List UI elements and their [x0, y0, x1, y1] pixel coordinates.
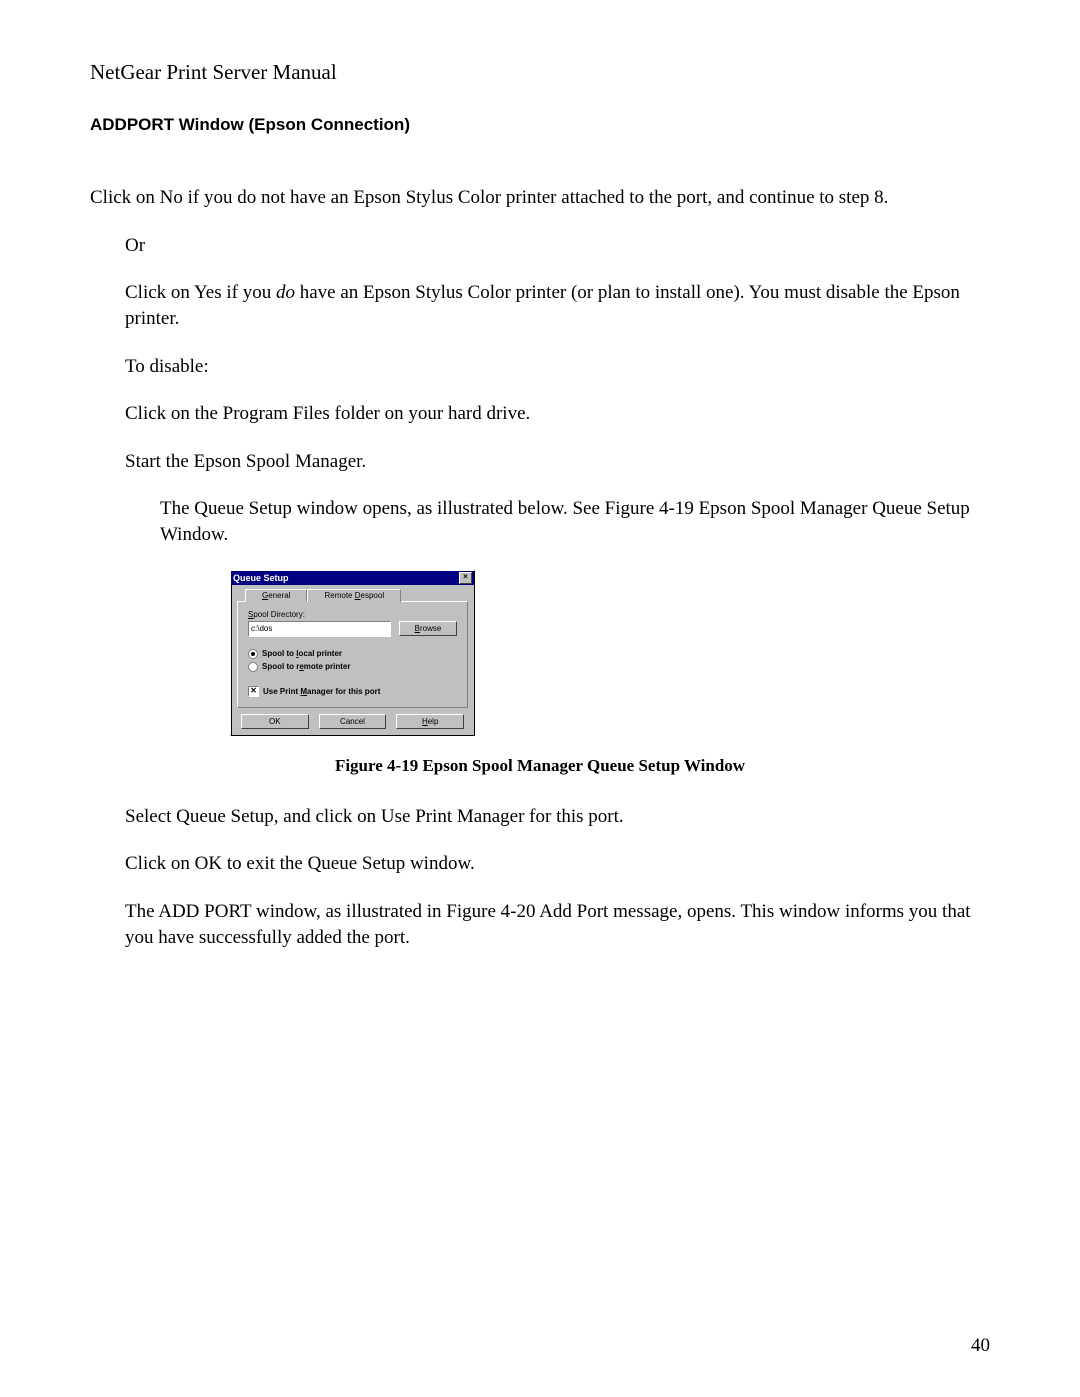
paragraph: The Queue Setup window opens, as illustr… — [160, 496, 990, 547]
figure-caption: Figure 4-19 Epson Spool Manager Queue Se… — [90, 756, 990, 776]
dialog-titlebar: Queue Setup × — [231, 571, 474, 585]
tab-panel-general: Spool Directory: c:\dos Browse Spool to … — [237, 601, 468, 708]
radio-spool-local[interactable]: Spool to local printer — [248, 649, 457, 659]
button-label: rowse — [420, 624, 441, 633]
checkbox-use-print-manager[interactable]: ✕ Use Print Manager for this port — [248, 686, 457, 697]
radio-spool-remote[interactable]: Spool to remote printer — [248, 662, 457, 672]
dialog-title: Queue Setup — [233, 573, 289, 583]
text-italic: do — [276, 282, 295, 303]
ok-button[interactable]: OK — [241, 714, 309, 729]
paragraph: The ADD PORT window, as illustrated in F… — [125, 899, 990, 950]
checkbox-icon: ✕ — [248, 686, 259, 697]
page-number: 40 — [971, 1335, 990, 1357]
paragraph: Click on OK to exit the Queue Setup wind… — [125, 851, 990, 877]
paragraph: Click on Yes if you do have an Epson Sty… — [125, 280, 990, 331]
dialog-button-row: OK Cancel Help — [237, 714, 468, 729]
paragraph: Or — [125, 233, 990, 259]
paragraph: Click on the Program Files folder on you… — [125, 401, 990, 427]
spool-directory-input[interactable]: c:\dos — [248, 621, 391, 637]
label-text: pool Directory: — [253, 610, 305, 619]
section-heading: ADDPORT Window (Epson Connection) — [90, 115, 990, 135]
tab-label: espool — [361, 591, 385, 600]
tab-remote-despool[interactable]: Remote Despool — [307, 589, 401, 602]
paragraph: Click on No if you do not have an Epson … — [90, 185, 990, 211]
queue-setup-dialog: Queue Setup × General Remote Despool Spo… — [230, 570, 475, 736]
radio-label: Spool to local printer — [262, 649, 342, 658]
radio-label: Spool to remote printer — [262, 662, 350, 671]
close-button[interactable]: × — [459, 572, 472, 584]
spool-directory-label: Spool Directory: — [248, 610, 457, 619]
document-header: NetGear Print Server Manual — [90, 60, 990, 85]
tab-label: emote — [330, 591, 354, 600]
paragraph: Start the Epson Spool Manager. — [125, 449, 990, 475]
browse-button[interactable]: Browse — [399, 621, 457, 636]
button-label: elp — [428, 717, 439, 726]
figure-dialog: Queue Setup × General Remote Despool Spo… — [230, 570, 990, 736]
radio-icon — [248, 662, 258, 672]
radio-icon — [248, 649, 258, 659]
paragraph: Select Queue Setup, and click on Use Pri… — [125, 804, 990, 830]
text: Click on Yes if you — [125, 282, 276, 303]
tab-label: eneral — [268, 591, 290, 600]
tab-strip: General Remote Despool — [245, 588, 468, 601]
help-button[interactable]: Help — [396, 714, 464, 729]
cancel-button[interactable]: Cancel — [319, 714, 387, 729]
tab-general[interactable]: General — [245, 589, 307, 602]
paragraph: To disable: — [125, 354, 990, 380]
checkbox-label: Use Print Manager for this port — [263, 687, 380, 696]
